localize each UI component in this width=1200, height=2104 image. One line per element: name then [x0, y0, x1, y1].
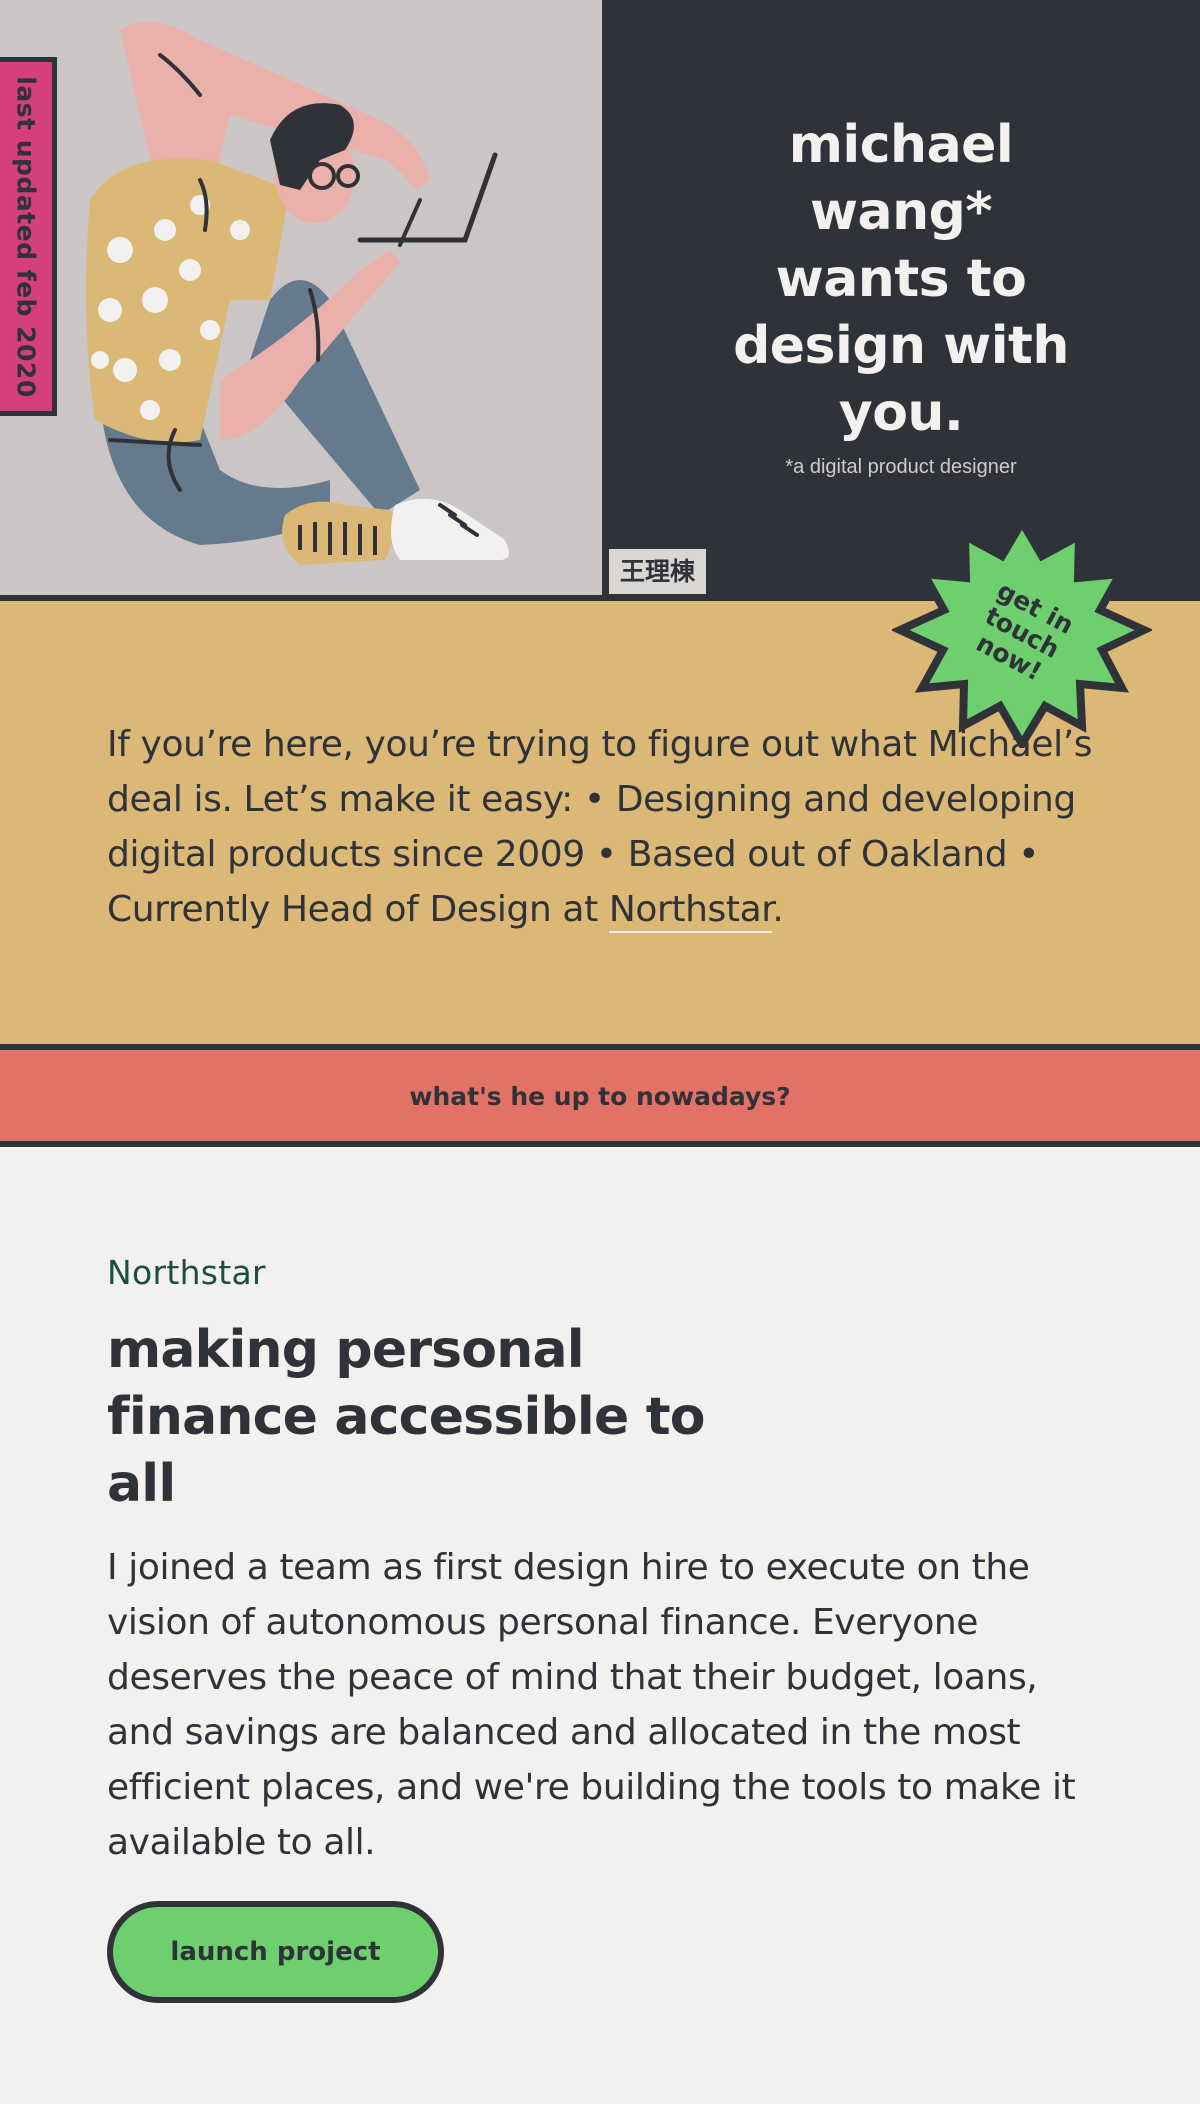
- nowadays-banner: what's he up to nowadays?: [0, 1050, 1200, 1147]
- project-description: I joined a team as first design hire to …: [107, 1547, 1076, 1863]
- company-name: Northstar: [107, 1253, 266, 1292]
- chinese-name-tag: 王理棟: [609, 549, 706, 594]
- project-heading: making personal finance accessible to al…: [107, 1320, 706, 1514]
- last-updated-label: last updated feb 2020: [11, 75, 41, 398]
- title-line: wang*: [809, 182, 993, 242]
- banner-label: what's he up to nowadays?: [409, 1082, 791, 1111]
- intro-paragraph: If you’re here, you’re trying to figure …: [107, 717, 1107, 937]
- project-section: Northstar making personal finance access…: [0, 1147, 1200, 2104]
- last-updated-badge: last updated feb 2020: [0, 57, 57, 416]
- title-line: you.: [838, 383, 964, 443]
- title-line: wants to: [775, 249, 1027, 309]
- get-in-touch-sticker[interactable]: get in touch now!: [892, 518, 1152, 748]
- title-line: michael: [788, 115, 1014, 175]
- northstar-link[interactable]: Northstar: [608, 889, 773, 933]
- title-line: design with: [733, 316, 1069, 376]
- page-subtitle: *a digital product designer: [785, 456, 1017, 478]
- hero-section: last updated feb 2020 michael wang* want…: [0, 0, 1200, 601]
- launch-project-button[interactable]: launch project: [107, 1901, 444, 2003]
- designer-illustration: last updated feb 2020: [0, 0, 602, 595]
- intro-text: If you’re here, you’re trying to figure …: [107, 724, 1093, 930]
- hero-title-panel: michael wang* wants to design with you. …: [602, 0, 1200, 601]
- person-with-laptop-illustration: [86, 22, 509, 565]
- page-title: michael wang* wants to design with you.: [602, 112, 1200, 447]
- intro-text-end: .: [772, 889, 784, 930]
